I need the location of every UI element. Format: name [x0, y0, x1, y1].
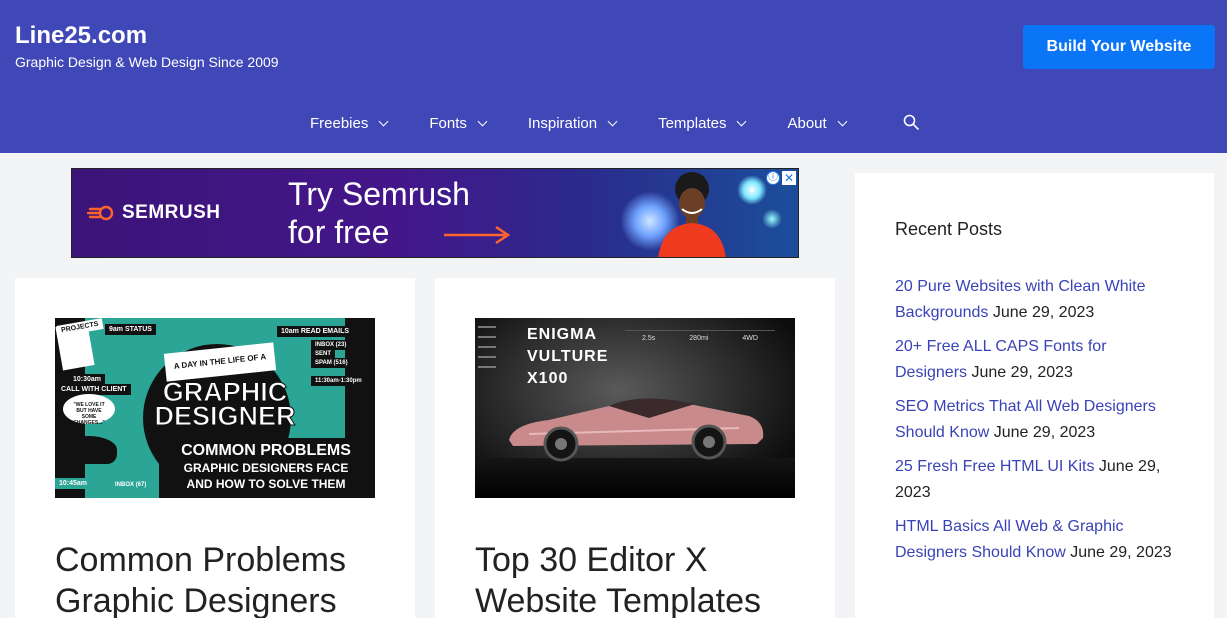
- nav-item-label: About: [787, 114, 827, 132]
- nav-item-about[interactable]: About: [787, 114, 848, 132]
- chevron-down-icon: [607, 116, 618, 126]
- recent-posts-list: 20 Pure Websites with Clean White Backgr…: [895, 274, 1175, 574]
- thumb-title: ENIGMA VULTURE X100: [527, 324, 608, 390]
- phone-illustration: [61, 436, 117, 464]
- thumb-floor: [475, 458, 795, 498]
- ad-glow: [762, 209, 782, 229]
- post-date: June 29, 2023: [971, 363, 1073, 381]
- thumb-title-line-1: ENIGMA: [527, 326, 597, 343]
- site-tagline: Graphic Design & Web Design Since 2009: [15, 54, 279, 70]
- thumb-inbox-bottom: INBOX (67): [115, 482, 147, 488]
- thumb-title-line-2: VULTURE: [527, 348, 609, 365]
- thumb-headline: GRAPHIC DESIGNER: [154, 377, 296, 431]
- list-item: 25 Fresh Free HTML UI Kits June 29, 2023: [895, 454, 1175, 505]
- nav-item-templates[interactable]: Templates: [658, 114, 747, 132]
- post-thumbnail[interactable]: PROJECTS 9am STATUS 10am READ EMAILS INB…: [55, 318, 375, 498]
- list-item: SEO Metrics That All Web Designers Shoul…: [895, 394, 1175, 445]
- thumb-label-status: 9am STATUS: [105, 324, 156, 335]
- list-item: 20+ Free ALL CAPS Fonts for Designers Ju…: [895, 334, 1175, 385]
- nav-item-freebies[interactable]: Freebies: [310, 114, 389, 132]
- nav-item-inspiration[interactable]: Inspiration: [527, 114, 618, 132]
- ad-glow: [737, 175, 767, 205]
- post-date: June 29, 2023: [992, 303, 1095, 321]
- arrow-right-icon: [444, 225, 511, 245]
- build-website-button[interactable]: Build Your Website: [1023, 25, 1215, 69]
- thumb-banner: COMMON PROBLEMS GRAPHIC DESIGNERS FACE A…: [159, 438, 373, 498]
- chevron-down-icon: [378, 116, 389, 126]
- nav-item-fonts[interactable]: Fonts: [429, 114, 488, 132]
- ad-close-icon[interactable]: ✕: [782, 171, 796, 185]
- chevron-down-icon: [737, 116, 747, 126]
- ad-headline-line-1: Try Semrush: [288, 176, 470, 212]
- ad-info-icon[interactable]: ⓘ: [766, 171, 780, 185]
- ad-banner[interactable]: SEMRUSH Try Semrush for free ⓘ ✕: [71, 168, 799, 258]
- nav-item-label: Fonts: [429, 114, 467, 132]
- semrush-flame-icon: [86, 205, 114, 221]
- thumb-specs: 2.5s 280mi 4WD: [625, 330, 775, 354]
- sidebar-widget: Recent Posts 20 Pure Websites with Clean…: [855, 173, 1214, 618]
- post-title[interactable]: Top 30 Editor X Website Templates: [475, 540, 805, 618]
- ad-person-image: [658, 172, 726, 257]
- thumb-label-emails: 10am READ EMAILS: [277, 326, 354, 337]
- nav-item-label: Inspiration: [527, 114, 598, 132]
- site-header: Line25.com Graphic Design & Web Design S…: [0, 0, 1227, 153]
- thumb-banner-line-1: COMMON PROBLEMS: [181, 442, 351, 459]
- thumb-bubble-text: "WE LOVE IT BUT HAVE SOME CHANGES...": [73, 402, 105, 426]
- post-title[interactable]: Common Problems Graphic Designers: [55, 540, 385, 618]
- thumb-banner-line-3: AND HOW TO SOLVE THEM: [186, 477, 346, 491]
- thumb-menu-lines: [475, 318, 503, 388]
- site-title[interactable]: Line25.com: [15, 22, 147, 50]
- thumb-spec: 280mi: [689, 335, 709, 342]
- widget-title: Recent Posts: [895, 219, 1003, 239]
- nav-item-label: Templates: [658, 114, 727, 132]
- thumb-spam: SPAM (516): [311, 358, 352, 368]
- thumb-spec: 2.5s: [642, 335, 656, 342]
- recent-post-link[interactable]: 25 Fresh Free HTML UI Kits: [895, 458, 1094, 475]
- thumb-time-bottom: 10:45am: [55, 478, 92, 489]
- thumb-spec: 4WD: [742, 335, 758, 342]
- list-item: HTML Basics All Web & Graphic Designers …: [895, 514, 1175, 565]
- post-card: PROJECTS 9am STATUS 10am READ EMAILS INB…: [15, 278, 415, 618]
- car-image: [509, 398, 764, 462]
- post-thumbnail[interactable]: ENIGMA VULTURE X100 2.5s 280mi 4WD: [475, 318, 795, 498]
- list-item: 20 Pure Websites with Clean White Backgr…: [895, 274, 1175, 325]
- ad-brand: SEMRUSH: [122, 202, 221, 223]
- post-date: June 29, 2023: [1070, 543, 1172, 561]
- thumb-lunch: 11:30am-1:30pm: [311, 376, 366, 386]
- chevron-down-icon: [477, 116, 488, 126]
- main-nav: Freebies Fonts Inspiration Templates Abo…: [310, 100, 888, 146]
- post-date: June 29, 2023: [993, 423, 1096, 441]
- chevron-down-icon: [837, 116, 848, 126]
- nav-item-label: Freebies: [310, 114, 369, 132]
- search-icon[interactable]: [903, 114, 919, 130]
- semrush-logo: SEMRUSH: [86, 202, 221, 224]
- thumb-banner-line-2: GRAPHIC DESIGNERS FACE: [183, 461, 349, 475]
- post-card: ENIGMA VULTURE X100 2.5s 280mi 4WD Top 3…: [435, 278, 835, 618]
